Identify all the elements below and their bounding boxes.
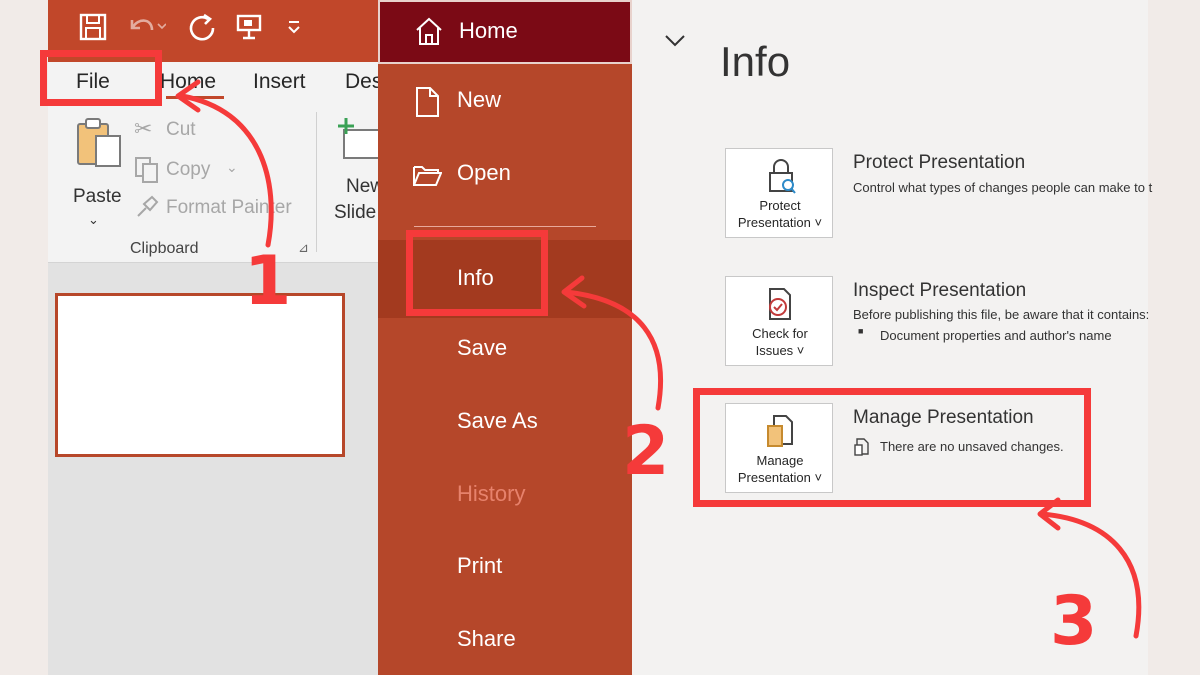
present-icon[interactable] [234,12,264,51]
customize-qat-icon[interactable] [286,12,302,51]
lock-icon [769,159,796,194]
backstage-item-save[interactable]: Save [378,320,632,380]
backstage-label: Save [457,335,508,360]
protect-presentation-button[interactable]: Protect Presentation ˅ [725,148,833,238]
chevron-down-icon: ⌄ [88,212,99,227]
protect-description: Control what types of changes people can… [853,180,1153,195]
backstage-item-print[interactable]: Print [378,538,632,598]
format-painter-button[interactable]: Format Painter [134,194,324,222]
home-icon [416,17,442,45]
save-icon[interactable] [78,12,108,51]
inspect-title: Inspect Presentation [853,280,1027,301]
chevron-down-icon: ⌄ [226,159,238,175]
button-label-line: Protect [759,198,801,213]
format-painter-label: Format Painter [166,197,292,218]
backstage-label: Home [459,18,518,43]
button-label-line: Presentation ˅ [737,215,823,230]
backstage-item-home[interactable]: Home [378,0,632,64]
step-number-1: 1 [244,242,292,321]
button-label-line: Check for [752,326,808,341]
backstage-item-new[interactable]: New [378,72,632,132]
page-title: Info [720,38,791,85]
dialog-launcher-icon[interactable]: ⊿ [298,240,309,256]
tab-home[interactable]: Home [160,70,216,94]
tab-insert[interactable]: Insert [253,70,306,94]
active-tab-indicator [166,96,224,99]
backstage-label: History [457,481,526,506]
highlight-manage-presentation [693,388,1091,507]
bullet-icon: ■ [858,326,864,336]
new-label: New [346,176,378,197]
backstage-label: New [457,87,502,112]
paintbrush-icon [137,195,159,217]
redo-icon[interactable] [186,12,218,53]
slide-label: Slide [334,202,377,223]
backstage-item-share[interactable]: Share [378,611,632,671]
slide-thumbnail[interactable] [55,293,345,457]
paste-icon [77,118,121,167]
new-document-icon [416,87,439,117]
backstage-divider [414,226,596,227]
backstage-item-history: History [378,466,632,526]
cut-label: Cut [166,119,196,140]
backstage-label: Print [457,553,503,578]
backstage-label: Open [457,160,511,185]
undo-icon[interactable] [126,12,167,51]
backstage-label: Share [457,626,516,651]
new-slide-button[interactable]: New Slide [332,116,378,226]
backstage-item-save-as[interactable]: Save As [378,393,632,453]
inspect-bullet: Document properties and author's name [880,328,1112,343]
button-label-line: Issues ˅ [755,343,805,358]
step-number-3: 3 [1050,582,1098,661]
cut-button[interactable]: ✂ Cut [134,116,314,144]
step-number-2: 2 [622,412,670,491]
inspect-description: Before publishing this file, be aware th… [853,307,1150,322]
collapse-chevron-icon[interactable] [664,34,686,48]
highlight-file-tab [40,50,162,106]
paste-button[interactable]: Paste ⌄ [70,116,126,227]
backstage-label: Save As [457,408,538,433]
copy-button[interactable]: Copy ⌄ [134,156,314,184]
check-for-issues-button[interactable]: Check for Issues ˅ [725,276,833,366]
group-divider [316,112,317,252]
tab-design[interactable]: Des [345,70,378,94]
ribbon: Paste ⌄ ✂ Cut Copy ⌄ Format Painter Clip… [48,102,378,263]
new-slide-icon [338,118,378,159]
backstage-item-open[interactable]: Open [378,145,632,205]
inspect-document-icon [769,288,791,320]
open-folder-icon [413,166,442,186]
copy-label: Copy [166,159,211,180]
protect-title: Protect Presentation [853,152,1026,173]
scissors-icon: ✂ [134,116,153,141]
clipboard-group-label: Clipboard [130,240,199,257]
button-label: Check for Issues ˅ [726,325,834,359]
paste-label: Paste [73,186,122,207]
highlight-info-item [406,230,548,316]
copy-icon [135,157,158,183]
button-label: Protect Presentation ˅ [726,197,834,231]
